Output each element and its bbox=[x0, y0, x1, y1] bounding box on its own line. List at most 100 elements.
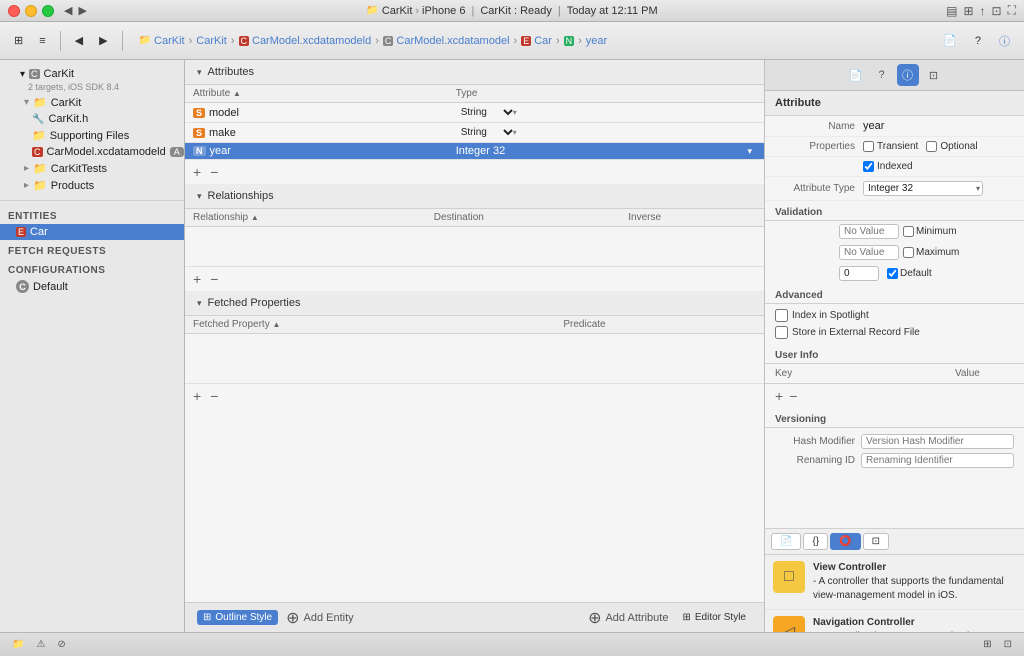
maximum-input[interactable] bbox=[903, 247, 914, 258]
breadcrumb-year[interactable]: year bbox=[586, 35, 607, 47]
sidebar-item-car[interactable]: E Car bbox=[0, 224, 184, 240]
help-btn[interactable]: ? bbox=[969, 29, 987, 53]
nav-forward-icon[interactable]: ▶ bbox=[78, 4, 86, 17]
max-value-input[interactable] bbox=[839, 245, 899, 260]
obj-tab-file[interactable]: 📄 bbox=[771, 533, 801, 550]
bottom-icon-split[interactable]: ⊡ bbox=[1000, 637, 1016, 652]
entity-editor: ▾ Attributes Attribute ▲ Type bbox=[185, 60, 764, 632]
hide-panel-icon[interactable]: ⊞ bbox=[963, 4, 973, 18]
sidebar-item-carmodel[interactable]: C CarModel.xcdatamodeld A bbox=[4, 144, 180, 160]
bottom-icon-error[interactable]: ⊘ bbox=[53, 637, 69, 652]
breadcrumb-carkit1[interactable]: 📁 CarKit bbox=[139, 35, 185, 47]
sidebar-item-carkit-h[interactable]: 🔧 CarKit.h bbox=[4, 111, 180, 127]
type-select-model[interactable]: String bbox=[456, 105, 517, 120]
bottom-icon-folder[interactable]: 📁 bbox=[8, 637, 28, 652]
type-select-make[interactable]: String bbox=[456, 125, 517, 140]
inspector-properties-row: Properties Transient Optional bbox=[765, 137, 1024, 157]
add-fetched-btn[interactable]: + bbox=[193, 388, 201, 404]
bottom-icon-grid[interactable]: ⊞ bbox=[979, 637, 995, 652]
remove-user-info-btn[interactable]: − bbox=[789, 388, 797, 404]
title-bar: ◀ ▶ 📁 CarKit › iPhone 6 | CarKit : Ready… bbox=[0, 0, 1024, 22]
editor-style-btn[interactable]: ⊞ Editor Style bbox=[676, 610, 752, 625]
index-spotlight-label[interactable]: Index in Spotlight bbox=[775, 307, 1014, 324]
add-attribute-btn[interactable]: + bbox=[193, 164, 201, 180]
store-external-input[interactable] bbox=[775, 326, 788, 339]
index-spotlight-input[interactable] bbox=[775, 309, 788, 322]
forward-btn[interactable]: ▶ bbox=[93, 29, 113, 53]
obj-tab-bracket[interactable]: {} bbox=[803, 533, 828, 550]
toolbar-btn-list[interactable]: ≡ bbox=[33, 29, 51, 53]
bottom-icon-warning[interactable]: ⚠ bbox=[32, 637, 49, 652]
table-row-year[interactable]: N year Integer 32 ▾ bbox=[185, 143, 764, 160]
renaming-id-input[interactable] bbox=[861, 453, 1014, 468]
table-row[interactable]: S make String ▾ bbox=[185, 123, 764, 143]
obj-item-navcontroller[interactable]: ◁ Navigation Controller - A controller t… bbox=[765, 610, 1024, 632]
indexed-input[interactable] bbox=[863, 161, 874, 172]
maximize-button[interactable] bbox=[42, 5, 54, 17]
insp-tab-quick[interactable]: ? bbox=[871, 64, 893, 86]
default-value-input[interactable] bbox=[839, 266, 879, 281]
table-row[interactable]: S model String ▾ bbox=[185, 103, 764, 123]
breadcrumb-xcdatamodeld[interactable]: C CarModel.xcdatamodeld bbox=[239, 35, 372, 47]
add-entity-btn[interactable]: ⊕ Add Entity bbox=[286, 608, 354, 628]
insp-tab-identity[interactable]: ⓘ bbox=[897, 64, 919, 86]
close-button[interactable] bbox=[8, 5, 20, 17]
remove-fetched-btn[interactable]: − bbox=[210, 388, 218, 404]
fullscreen-icon[interactable]: ⛶ bbox=[1008, 3, 1016, 18]
optional-input[interactable] bbox=[926, 141, 937, 152]
optional-checkbox[interactable]: Optional bbox=[926, 141, 977, 152]
type-arrow-year[interactable]: ▾ bbox=[747, 146, 752, 157]
obj-item-viewcontroller[interactable]: □ View Controller - A controller that su… bbox=[765, 555, 1024, 610]
minimum-input[interactable] bbox=[903, 226, 914, 237]
attributes-section-header[interactable]: ▾ Attributes bbox=[185, 60, 764, 85]
back-btn[interactable]: ◀ bbox=[69, 29, 89, 53]
toolbar-btn-grid[interactable]: ⊞ bbox=[8, 29, 29, 53]
transient-checkbox[interactable]: Transient bbox=[863, 141, 918, 152]
add-relationship-btn[interactable]: + bbox=[193, 271, 201, 287]
attr-name-model: model bbox=[209, 107, 239, 119]
sidebar-item-products[interactable]: ▸ 📁 Products bbox=[4, 177, 180, 194]
maximum-checkbox[interactable]: Maximum bbox=[903, 247, 959, 258]
user-info-add-row: + − bbox=[765, 384, 1024, 408]
fetched-properties-section-header[interactable]: ▾ Fetched Properties bbox=[185, 291, 764, 316]
file-inspector-btn[interactable]: 📄 bbox=[937, 29, 963, 53]
insp-tab-file[interactable]: 📄 bbox=[845, 64, 867, 86]
add-user-info-btn[interactable]: + bbox=[775, 388, 783, 404]
sidebar-item-carkit-project[interactable]: ▾ C CarKit bbox=[4, 66, 180, 82]
outline-icon: ⊞ bbox=[203, 612, 211, 623]
sidebar-item-supporting-files[interactable]: 📁 Supporting Files bbox=[4, 127, 180, 144]
breadcrumb-xcdatamodel[interactable]: C CarModel.xcdatamodel bbox=[383, 35, 510, 47]
store-external-label[interactable]: Store in External Record File bbox=[775, 324, 1014, 341]
attr-type-select[interactable]: Integer 32 Integer 16 Integer 64 String … bbox=[863, 181, 983, 196]
default-input[interactable] bbox=[887, 268, 898, 279]
sidebar-item-carkit-folder[interactable]: ▾ 📁 CarKit bbox=[4, 94, 180, 111]
min-value-input[interactable] bbox=[839, 224, 899, 239]
outline-style-btn[interactable]: ⊞ Outline Style bbox=[197, 610, 278, 625]
minimize-button[interactable] bbox=[25, 5, 37, 17]
obj-tab-cube[interactable]: ⊡ bbox=[863, 533, 889, 550]
relationships-section-header[interactable]: ▾ Relationships bbox=[185, 184, 764, 209]
window-icon[interactable]: ⊡ bbox=[992, 4, 1002, 18]
sidebar-toggle-icon[interactable]: ▤ bbox=[946, 4, 957, 18]
sidebar-item-default[interactable]: C Default bbox=[0, 278, 184, 295]
insp-tab-size[interactable]: ⊡ bbox=[923, 64, 945, 86]
breadcrumb-n[interactable]: N bbox=[564, 36, 575, 46]
transient-input[interactable] bbox=[863, 141, 874, 152]
divider bbox=[0, 200, 184, 201]
obj-tab-circle[interactable]: ⭕ bbox=[830, 533, 860, 550]
breadcrumb-carkit2[interactable]: CarKit bbox=[196, 35, 227, 47]
indexed-checkbox[interactable]: Indexed bbox=[863, 161, 913, 172]
inspector-btn[interactable]: ⓘ bbox=[993, 29, 1016, 53]
share-icon[interactable]: ↑ bbox=[980, 4, 986, 18]
remove-relationship-btn[interactable]: − bbox=[210, 271, 218, 287]
sidebar-item-carkittests[interactable]: ▸ 📁 CarKitTests bbox=[4, 160, 180, 177]
default-checkbox[interactable]: Default bbox=[887, 268, 932, 279]
relationships-toggle-icon: ▾ bbox=[197, 191, 202, 202]
breadcrumb-car[interactable]: E Car bbox=[521, 35, 552, 47]
add-attribute-bottom-btn[interactable]: ⊕ Add Attribute bbox=[588, 608, 668, 628]
nav-back-icon[interactable]: ◀ bbox=[64, 4, 72, 17]
minimum-checkbox[interactable]: Minimum bbox=[903, 226, 957, 237]
remove-attribute-btn[interactable]: − bbox=[210, 164, 218, 180]
hash-modifier-input[interactable] bbox=[861, 434, 1014, 449]
bottom-left: 📁 ⚠ ⊘ bbox=[8, 637, 70, 652]
